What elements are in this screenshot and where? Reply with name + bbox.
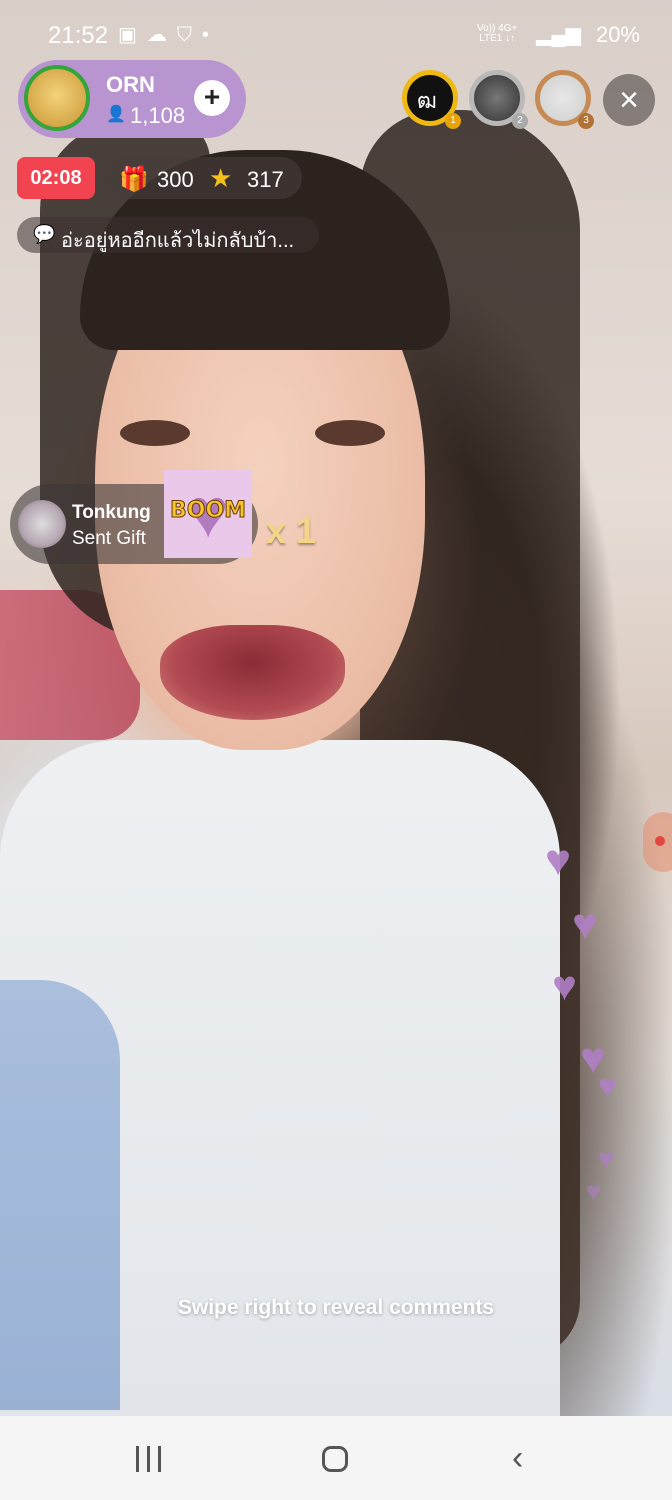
close-button[interactable]: × (603, 74, 655, 126)
floating-heart-icon: ♥ (586, 1176, 602, 1206)
signal-icon: ▂▄▆ (536, 24, 581, 46)
rank-badge-1: 1 (445, 113, 461, 129)
chat-bubble-icon: 💬 (33, 224, 56, 244)
top-viewer-2[interactable]: 2 (469, 70, 528, 129)
host-card[interactable]: ORN 👤 1,108 + (18, 60, 246, 138)
chevron-left-icon: ‹ (512, 1439, 524, 1477)
floating-heart-icon: ♥ (598, 1068, 617, 1104)
viewers-icon: 👤 (106, 106, 126, 123)
top-viewer-1[interactable]: ฒ 1 (402, 70, 461, 129)
recent-apps-button[interactable] (136, 1446, 162, 1472)
live-video[interactable] (0, 0, 672, 1416)
star-count: 317 (247, 167, 284, 192)
rank-badge-2: 2 (512, 113, 528, 129)
floating-heart-icon: ♥ (545, 836, 572, 885)
top-viewer-1-label: ฒ (417, 88, 437, 113)
gift-icon: 🎁 (119, 166, 149, 193)
battery-label: 20% (595, 22, 640, 47)
follow-button[interactable]: + (194, 80, 230, 116)
recent-bar-icon (158, 1446, 161, 1472)
close-icon: × (619, 81, 639, 119)
video-sleeve (0, 980, 120, 1410)
gift-sender-name: Tonkung (72, 502, 151, 523)
floating-heart-icon: ♥ (572, 900, 599, 949)
status-bar: 21:52 ▣☁⛉• Vo)) 4G+ LTE1 ↓↑ ▂▄▆ 20% (0, 14, 672, 58)
floating-heart-icon: ♥ (552, 962, 577, 1009)
gift-multiplier: x 1 (266, 510, 317, 551)
host-name: ORN (106, 72, 155, 97)
video-eye-left (120, 420, 190, 446)
star-icon: ★ (209, 163, 233, 193)
rank-badge-3: 3 (578, 113, 594, 129)
video-mouth (160, 625, 345, 720)
comment-preview-text: อ่ะอยู่หออีกแล้วไม่กลับบ้า... (61, 230, 295, 252)
video-eye-right (315, 420, 385, 446)
recent-bar-icon (136, 1446, 139, 1472)
gift-count: 300 (157, 167, 194, 192)
floating-heart-icon: ♥ (598, 1143, 615, 1174)
network-indicator: Vo)) 4G+ LTE1 ↓↑ (477, 23, 518, 44)
viewer-count: 1,108 (130, 103, 186, 128)
red-dot-icon (655, 836, 665, 846)
status-icons: ▣☁⛉• (118, 24, 219, 46)
gift-action-text: Sent Gift (72, 528, 146, 549)
side-panel-handle[interactable] (643, 812, 672, 872)
live-timer: 02:08 (17, 157, 95, 199)
host-avatar[interactable] (24, 65, 90, 131)
gift-stats[interactable]: 🎁 300 ★ 317 (105, 157, 302, 199)
plus-icon: + (203, 81, 221, 112)
status-time: 21:52 (48, 22, 109, 49)
swipe-hint: Swipe right to reveal comments (177, 1296, 495, 1319)
top-viewer-3[interactable]: 3 (535, 70, 594, 129)
sender-avatar (18, 500, 66, 548)
gift-image: ♥ BOOM (164, 470, 252, 558)
home-button[interactable] (322, 1446, 348, 1472)
navigation-bar: ‹ (0, 1416, 672, 1500)
comment-preview[interactable]: 💬 อ่ะอยู่หออีกแล้วไม่กลับบ้า... (17, 217, 319, 253)
gift-name: BOOM (169, 498, 247, 524)
back-button[interactable]: ‹ (512, 1440, 542, 1476)
recent-bar-icon (147, 1446, 150, 1472)
